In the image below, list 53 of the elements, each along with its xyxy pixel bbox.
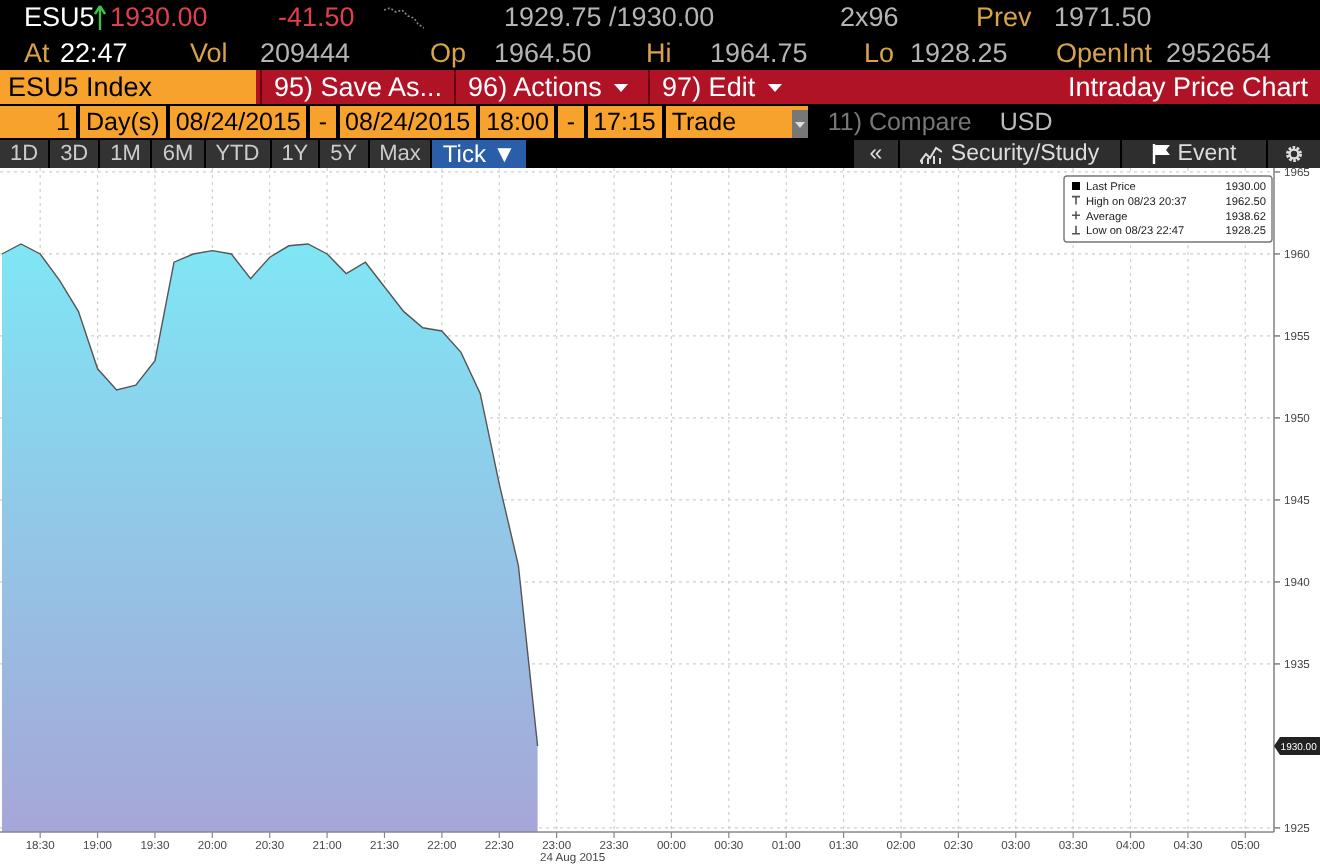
stat-value: 2952654 [1166,35,1272,69]
currency: USD [997,106,1053,138]
period-tab[interactable]: 6M [152,140,204,168]
security-field[interactable]: ESU5 Index [0,70,256,104]
ticker: ESU5 [24,0,95,34]
bid-ask-size: 2x96 [840,0,899,34]
period-tab[interactable]: YTD [205,140,270,168]
separator: - [310,106,336,138]
prev-value: 1971.50 [1054,0,1152,34]
period-tab[interactable]: 1D [0,140,49,168]
net-change: -41.50 [278,0,355,34]
input-field[interactable]: 08/24/2015 [169,106,307,138]
stat-label: Vol [190,35,228,69]
stat-value: 209444 [260,35,351,69]
sparkline [384,5,424,29]
stat-label: Lo [864,35,895,69]
stat-value: 1964.50 [494,35,592,69]
dropdown[interactable]: Trade [665,106,808,138]
input-field[interactable]: Day(s) [80,106,166,138]
bid-ask: 1929.75 /1930.00 [504,0,715,34]
settings-icon [1284,144,1304,164]
time-value: 22:47 [60,35,128,69]
separator: - [558,106,584,138]
stat-label: Hi [646,35,672,69]
chart-title: Intraday Price Chart [1067,70,1310,104]
stat-label: OpenInt [1056,35,1153,69]
stat-value: 1964.75 [710,35,808,69]
period-tab[interactable]: Tick ▼ [432,140,527,168]
input-field[interactable]: 08/24/2015 [339,106,477,138]
period-tab[interactable]: 1Y [271,140,319,168]
period-tab[interactable]: 1M [100,140,151,168]
period-tab[interactable]: 5Y [320,140,368,168]
event-button[interactable]: Event [1122,140,1266,168]
count-field[interactable]: 1 [0,106,76,138]
stat-value: 1928.25 [910,35,1008,69]
caret-icon [791,109,808,137]
study-button[interactable]: Security/Study [900,140,1120,168]
prev-label: Prev [976,0,1032,34]
caret-icon [767,83,782,91]
flag-icon [1151,144,1170,164]
stat-label: Op [430,35,467,69]
chart-icon [920,145,943,163]
last-price: 1930.00 [110,0,208,34]
square-icon [1072,182,1080,190]
time-label: At [24,35,50,69]
plus-icon [1071,210,1081,220]
collapse-button[interactable]: « [854,140,898,168]
input-field[interactable]: 18:00 [480,106,555,138]
period-tab[interactable]: Max [369,140,431,168]
period-tab[interactable]: 3D [50,140,99,168]
input-field[interactable]: 17:15 [587,106,662,138]
settings-button[interactable] [1268,140,1320,168]
caret-icon [613,83,628,91]
